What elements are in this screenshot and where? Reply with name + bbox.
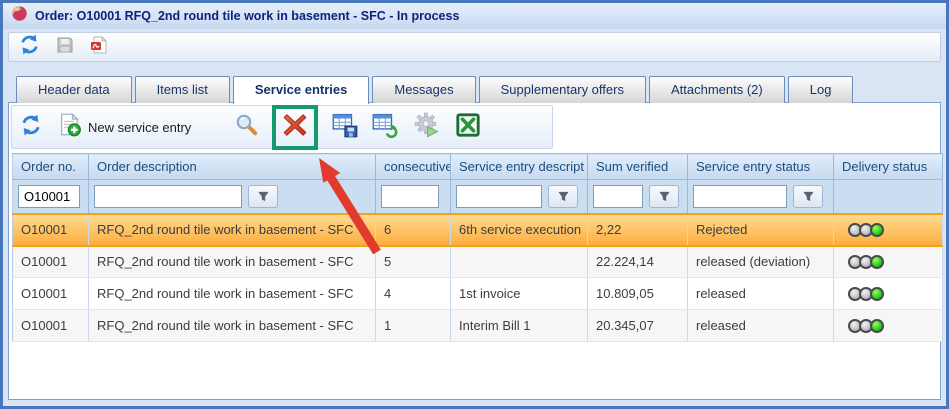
col-entry-status[interactable]: Service entry status — [688, 154, 834, 180]
refresh-icon — [20, 114, 42, 141]
main-toolbar — [8, 32, 941, 62]
col-entry-description[interactable]: Service entry descript — [451, 154, 588, 180]
filter-order-description-button[interactable] — [248, 185, 278, 208]
filter-order-description-input[interactable] — [94, 185, 242, 208]
filter-entry-status-input[interactable] — [693, 185, 787, 208]
cell-consecutive: 4 — [376, 278, 451, 310]
cell-order-no: O10001 — [13, 310, 89, 342]
funnel-icon — [802, 190, 815, 203]
filter-entry-description-button[interactable] — [548, 185, 578, 208]
tab-header-data[interactable]: Header data — [16, 76, 132, 103]
filter-entry-description-input[interactable] — [456, 185, 542, 208]
cell-order-description: RFQ_2nd round tile work in basement - SF… — [89, 246, 376, 278]
excel-icon — [456, 113, 480, 142]
col-sum-verified[interactable]: Sum verified — [588, 154, 688, 180]
window-title: Order: O10001 RFQ_2nd round tile work in… — [35, 9, 459, 23]
tab-log[interactable]: Log — [788, 76, 854, 103]
gear-play-icon — [414, 112, 440, 143]
tab-strip: Header data Items list Service entries M… — [3, 75, 946, 102]
refresh-button[interactable] — [19, 34, 40, 60]
table-row[interactable]: O10001 RFQ_2nd round tile work in baseme… — [13, 310, 943, 342]
filter-entry-status-button[interactable] — [793, 185, 823, 208]
delivery-status-lights — [842, 223, 938, 237]
col-delivery-status[interactable]: Delivery status — [834, 154, 943, 180]
cell-entry-description: Interim Bill 1 — [451, 310, 588, 342]
order-window: Order: O10001 RFQ_2nd round tile work in… — [0, 0, 949, 409]
spacer — [3, 62, 946, 75]
new-service-entry-button[interactable]: New service entry — [58, 113, 191, 142]
new-document-plus-icon — [58, 113, 82, 142]
tab-supplementary-offers[interactable]: Supplementary offers — [479, 76, 646, 103]
table-header-row: Order no. Order description consecutive … — [13, 154, 943, 180]
cell-entry-description: 1st invoice — [451, 278, 588, 310]
col-consecutive[interactable]: consecutive — [376, 154, 451, 180]
tab-items-list[interactable]: Items list — [135, 76, 230, 103]
table-row[interactable]: O10001 RFQ_2nd round tile work in baseme… — [13, 246, 943, 278]
save-icon — [56, 36, 74, 59]
tab-messages[interactable]: Messages — [372, 76, 475, 103]
funnel-icon — [658, 190, 671, 203]
filter-order-no-input[interactable] — [18, 185, 80, 208]
reload-table-button[interactable] — [372, 112, 398, 143]
cell-entry-status: released — [688, 278, 834, 310]
red-x-icon — [281, 111, 309, 144]
table-refresh-icon — [372, 112, 398, 143]
new-service-entry-label: New service entry — [88, 120, 191, 135]
cell-sum-verified: 22.224,14 — [588, 246, 688, 278]
filter-sum-verified-input[interactable] — [593, 185, 643, 208]
cell-order-description: RFQ_2nd round tile work in basement - SF… — [89, 214, 376, 246]
cell-entry-description — [451, 246, 588, 278]
service-toolbar: New service entry — [11, 105, 553, 149]
cell-order-no: O10001 — [13, 246, 89, 278]
cell-entry-description: 6th service execution — [451, 214, 588, 246]
export-pdf-button[interactable] — [90, 36, 108, 59]
cell-order-description: RFQ_2nd round tile work in basement - SF… — [89, 310, 376, 342]
cell-entry-status: released — [688, 310, 834, 342]
tab-service-entries[interactable]: Service entries — [233, 76, 370, 104]
tab-attachments[interactable]: Attachments (2) — [649, 76, 785, 103]
save-table-layout-button[interactable] — [332, 112, 358, 143]
table-row[interactable]: O10001 RFQ_2nd round tile work in baseme… — [13, 214, 943, 246]
delete-service-entry-button[interactable] — [281, 111, 309, 144]
annotation-highlight-box — [272, 105, 318, 150]
col-order-no[interactable]: Order no. — [13, 154, 89, 180]
cell-order-no: O10001 — [13, 278, 89, 310]
app-logo-icon — [11, 5, 28, 27]
magnifier-icon — [235, 113, 258, 141]
cell-sum-verified: 2,22 — [588, 214, 688, 246]
save-button[interactable] — [56, 36, 74, 59]
cell-consecutive: 1 — [376, 310, 451, 342]
table-row[interactable]: O10001 RFQ_2nd round tile work in baseme… — [13, 278, 943, 310]
search-button[interactable] — [235, 113, 258, 141]
funnel-icon — [257, 190, 270, 203]
pdf-icon — [90, 36, 108, 59]
cell-consecutive: 6 — [376, 214, 451, 246]
refresh-icon — [19, 34, 40, 60]
col-order-description[interactable]: Order description — [89, 154, 376, 180]
delivery-status-lights — [842, 319, 938, 333]
refresh-entries-button[interactable] — [20, 114, 42, 141]
funnel-icon — [557, 190, 570, 203]
service-entries-table: Order no. Order description consecutive … — [12, 153, 943, 342]
table-save-icon — [332, 112, 358, 143]
cell-entry-status: Rejected — [688, 214, 834, 246]
filter-sum-verified-button[interactable] — [649, 185, 679, 208]
cell-sum-verified: 20.345,07 — [588, 310, 688, 342]
titlebar: Order: O10001 RFQ_2nd round tile work in… — [3, 3, 946, 29]
cell-order-description: RFQ_2nd round tile work in basement - SF… — [89, 278, 376, 310]
filter-row — [13, 180, 943, 214]
delivery-status-lights — [842, 287, 938, 301]
export-excel-button[interactable] — [456, 113, 480, 142]
cell-entry-status: released (deviation) — [688, 246, 834, 278]
cell-order-no: O10001 — [13, 214, 89, 246]
process-button[interactable] — [414, 112, 440, 143]
cell-sum-verified: 10.809,05 — [588, 278, 688, 310]
service-entries-panel: New service entry — [8, 102, 941, 400]
cell-consecutive: 5 — [376, 246, 451, 278]
delivery-status-lights — [842, 255, 938, 269]
filter-consecutive-input[interactable] — [381, 185, 439, 208]
